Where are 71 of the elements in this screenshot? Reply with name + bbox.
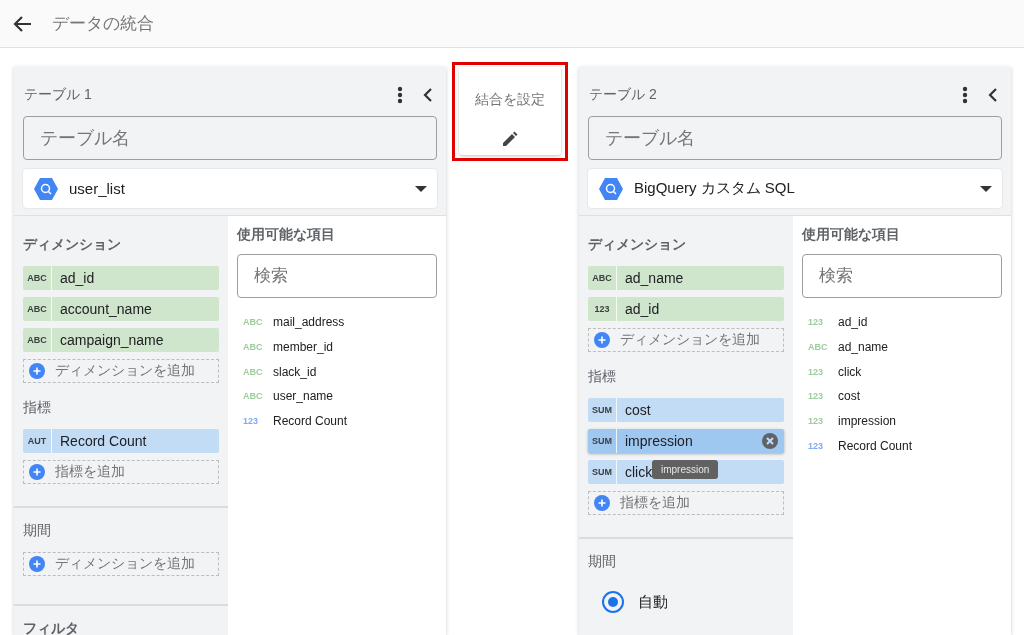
pencil-icon	[502, 131, 518, 147]
section-title: フィルタ	[23, 620, 80, 635]
plus-icon	[594, 332, 610, 348]
radio-icon[interactable]	[602, 591, 624, 613]
add-field-button[interactable]: ディメンションを追加	[588, 328, 784, 352]
panel-title: テーブル 2	[589, 85, 658, 104]
available-field[interactable]: ABC user_name	[237, 384, 437, 409]
plus-icon	[594, 495, 610, 511]
database-icon	[598, 176, 624, 201]
available-field[interactable]: 123 click	[802, 359, 1002, 385]
available-field[interactable]: ABC mail_address	[237, 310, 437, 335]
plus-icon	[29, 556, 45, 572]
field-type-label: 123	[807, 416, 825, 427]
radio-label: 自動	[638, 592, 668, 612]
field-chip[interactable]: ABC ad_id	[23, 266, 219, 290]
available-field[interactable]: 123 impression	[802, 408, 1002, 434]
field-chip[interactable]: SUM click impression	[588, 460, 784, 484]
page-title: データの統合	[52, 13, 154, 35]
available-fields-title: 使用可能な項目	[802, 226, 901, 244]
section-title: ディメンション	[23, 236, 122, 254]
section-title: ディメンション	[588, 236, 687, 254]
add-field-button[interactable]: ディメンションを追加	[23, 552, 219, 576]
available-field[interactable]: ABC slack_id	[237, 359, 437, 385]
data-source-select[interactable]: user_list	[23, 169, 437, 208]
field-type-label: ABC	[242, 391, 264, 402]
dropdown-icon	[415, 185, 427, 192]
available-fields-title: 使用可能な項目	[237, 226, 336, 244]
search-field[interactable]: 検索	[802, 254, 1002, 298]
radio-option[interactable]: 自動	[588, 583, 784, 621]
field-chip[interactable]: 123 ad_id	[588, 297, 784, 321]
available-field[interactable]: 123 ad_id	[802, 310, 1002, 335]
field-type-label: ABC	[242, 342, 264, 353]
remove-icon[interactable]	[762, 433, 778, 449]
field-chip[interactable]: ABC campaign_name	[23, 328, 219, 352]
section-title: 指標	[23, 399, 52, 417]
available-field[interactable]: 123 Record Count	[802, 433, 1002, 459]
back-icon[interactable]	[12, 14, 32, 33]
plus-icon	[29, 363, 45, 379]
field-type-label: 123	[807, 391, 825, 402]
panel-title: テーブル 1	[24, 85, 93, 104]
field-type-label: 123	[807, 317, 825, 328]
available-field[interactable]: ABC ad_name	[802, 334, 1002, 360]
field-type-label: ABC	[807, 342, 829, 353]
field-chip[interactable]: ABC ad_name	[588, 266, 784, 290]
available-field[interactable]: ABC member_id	[237, 334, 437, 360]
field-chip[interactable]: ABC account_name	[23, 297, 219, 321]
add-field-button[interactable]: ディメンションを追加	[23, 359, 219, 383]
dropdown-icon	[980, 185, 992, 192]
field-type-label: 123	[242, 416, 260, 427]
field-type-label: 123	[807, 440, 825, 451]
section-title: 指標	[588, 368, 617, 386]
add-field-button[interactable]: 指標を追加	[23, 460, 219, 484]
field-type-label: ABC	[242, 366, 264, 377]
field-type-label: ABC	[242, 317, 264, 328]
field-chip[interactable]: SUM impression	[588, 429, 784, 453]
section-title: 期間	[588, 553, 617, 571]
table-name-field[interactable]: テーブル名	[23, 116, 437, 160]
search-field[interactable]: 検索	[237, 254, 437, 298]
available-field[interactable]: 123 cost	[802, 384, 1002, 409]
plus-icon	[29, 464, 45, 480]
field-chip[interactable]: SUM cost	[588, 398, 784, 422]
data-source-select[interactable]: BigQuery カスタム SQL	[588, 169, 1002, 208]
add-field-button[interactable]: 指標を追加	[588, 491, 784, 515]
database-icon	[33, 176, 59, 201]
tooltip: impression	[652, 460, 719, 479]
available-field[interactable]: 123 Record Count	[237, 408, 437, 434]
field-type-label: 123	[807, 366, 825, 377]
field-chip[interactable]: AUT Record Count	[23, 429, 219, 453]
table-name-field[interactable]: テーブル名	[588, 116, 1002, 160]
join-settings-button[interactable]: 結合を設定	[459, 67, 561, 155]
section-title: 期間	[23, 522, 52, 540]
